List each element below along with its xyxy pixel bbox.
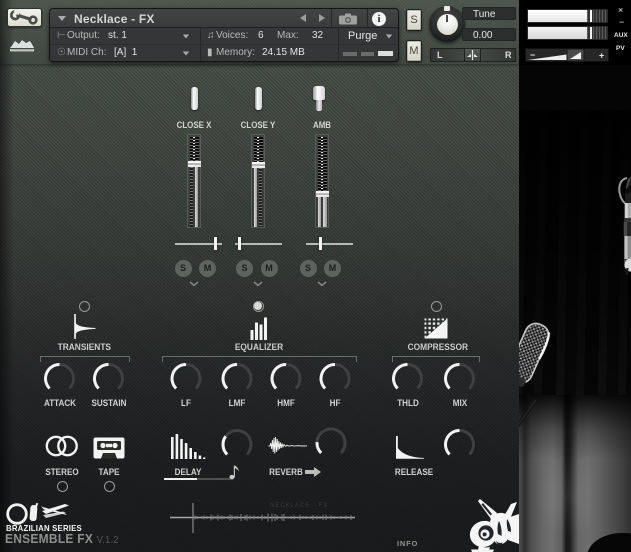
svg-text:+: + bbox=[599, 51, 604, 61]
svg-text:−: − bbox=[530, 50, 535, 60]
